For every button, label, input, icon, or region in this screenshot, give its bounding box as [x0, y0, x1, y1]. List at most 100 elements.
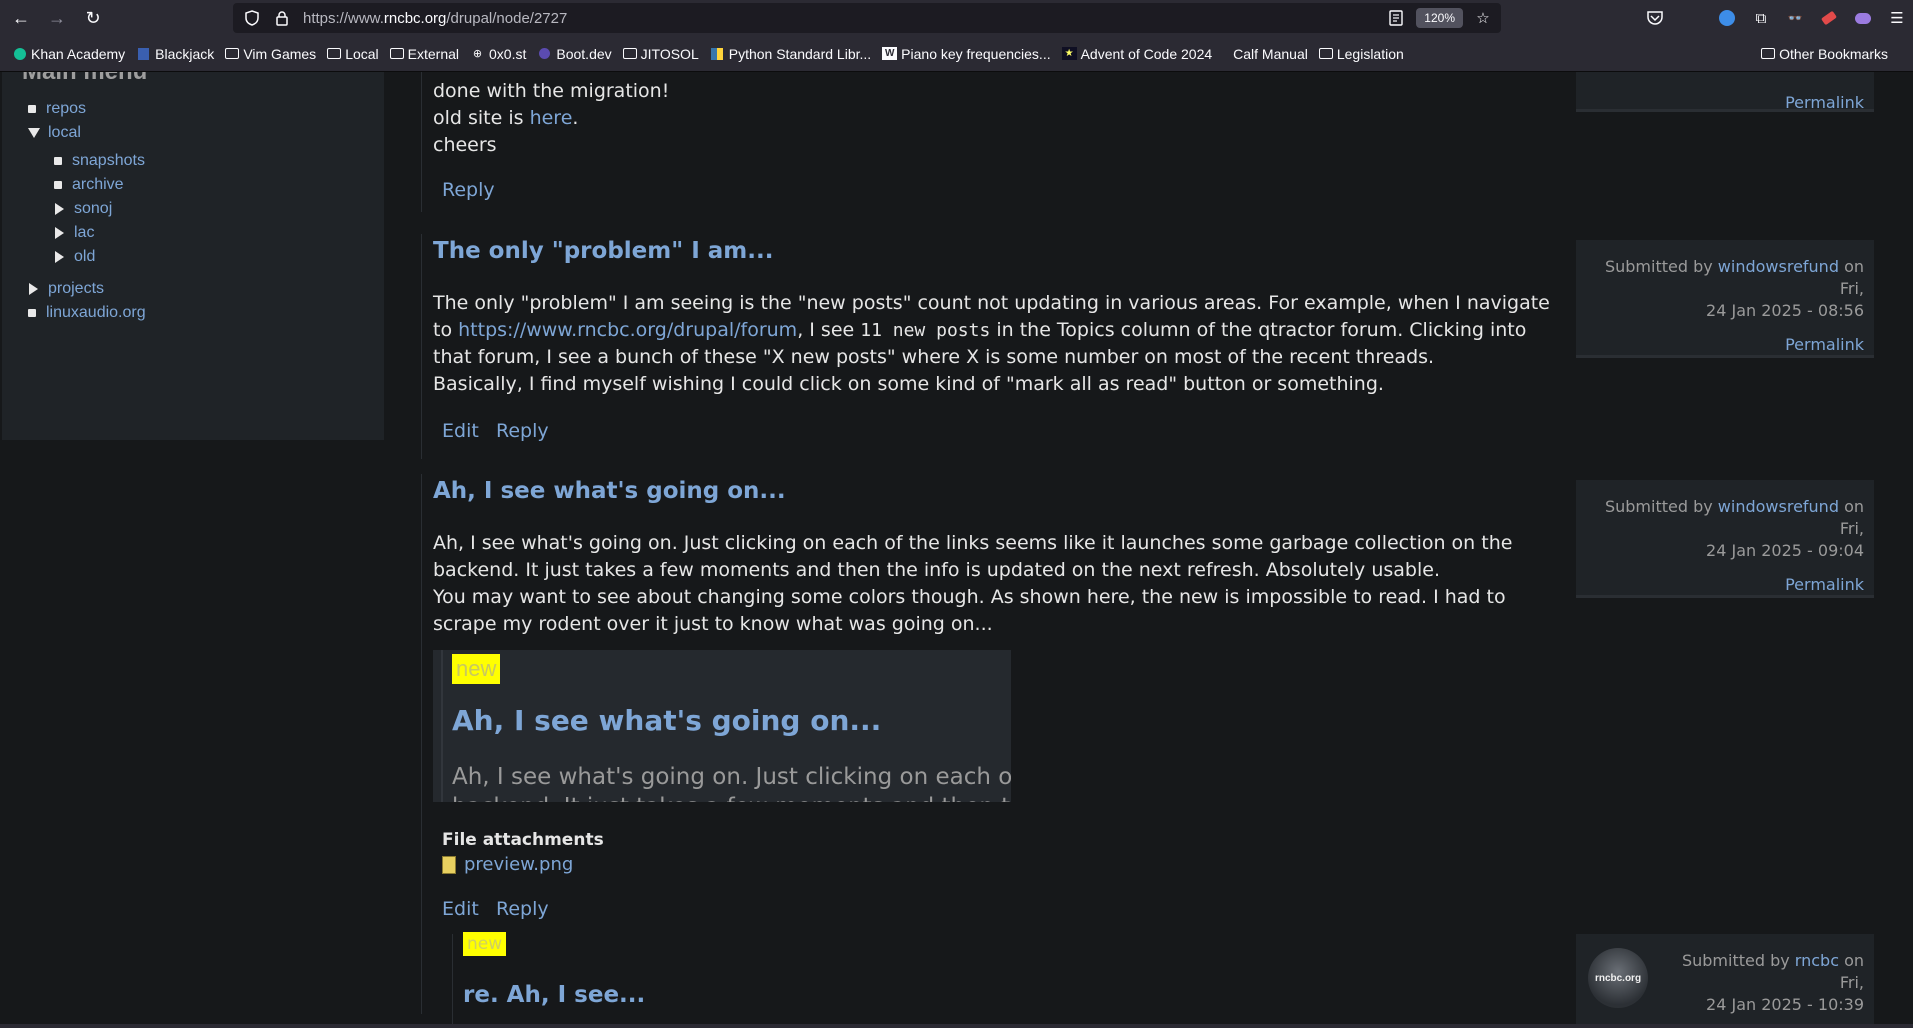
menu-item-sonoj[interactable]: sonoj — [55, 200, 112, 218]
reader-view-icon[interactable] — [1386, 8, 1406, 28]
bookmark-label: Khan Academy — [31, 45, 126, 62]
menu-label: archive — [72, 176, 124, 193]
menu-label: old — [74, 248, 96, 265]
meta-text: Submitted by — [1604, 257, 1718, 276]
menu-item-snapshots[interactable]: snapshots — [54, 152, 145, 170]
collapsed-triangle-icon[interactable] — [55, 251, 64, 263]
bookmark-label: 0x0.st — [489, 45, 527, 62]
comment-2-reply-link[interactable]: Reply — [496, 898, 549, 920]
bullet-icon — [28, 105, 36, 113]
pocket-icon[interactable] — [1645, 8, 1665, 28]
bookmark-vim-games[interactable]: Vim Games — [225, 46, 316, 62]
avatar[interactable]: rncbc.org — [1588, 948, 1648, 1008]
bookmark-label: Piano key frequencies... — [901, 45, 1051, 62]
bullet-icon — [54, 157, 62, 165]
comment-0-permalink[interactable]: Permalink — [1586, 92, 1864, 114]
bookmark-other[interactable]: Other Bookmarks — [1761, 46, 1888, 62]
bookmark-0x0[interactable]: ⊕ 0x0.st — [470, 46, 526, 62]
new-badge: new — [463, 932, 507, 956]
bookmark-label: Boot.dev — [556, 45, 612, 62]
reload-button[interactable]: ↻ — [78, 3, 108, 33]
bookmark-label: Legislation — [1336, 45, 1404, 62]
url-bar[interactable]: https://www.rncbc.org/drupal/node/2727 1… — [233, 3, 1501, 33]
globe-icon: ⊕ — [472, 48, 483, 60]
menu-item-repos[interactable]: repos — [28, 100, 86, 118]
extension-glasses-icon[interactable]: 👓 — [1785, 8, 1805, 28]
url-domain: rncbc.org — [383, 9, 447, 27]
bookmark-label: Calf Manual — [1233, 45, 1308, 62]
comment-1-reply-link[interactable]: Reply — [496, 420, 549, 442]
menu-label: repos — [46, 100, 87, 117]
thread-line — [421, 474, 422, 1014]
bookmark-label: Advent of Code 2024 — [1080, 45, 1213, 62]
comment-1-permalink[interactable]: Permalink — [1586, 334, 1864, 356]
avatar-label: rncbc.org — [1594, 972, 1642, 984]
submitted-line: Submitted by windowsrefund on Fri, — [1586, 496, 1864, 540]
bookmark-aoc[interactable]: ★ Advent of Code 2024 — [1061, 45, 1213, 62]
menu-item-projects[interactable]: projects — [29, 280, 104, 298]
menu-item-old[interactable]: old — [55, 248, 95, 266]
collapsed-triangle-icon[interactable] — [55, 227, 64, 239]
bookmark-local[interactable]: Local — [327, 46, 379, 62]
bookmark-bootdev[interactable]: Boot.dev — [537, 45, 612, 62]
shield-icon[interactable] — [241, 10, 263, 26]
bookmark-label: Python Standard Libr... — [728, 45, 872, 62]
expanded-triangle-icon[interactable] — [28, 128, 40, 138]
back-button[interactable]: ← — [6, 3, 36, 33]
menu-item-local[interactable]: local — [28, 124, 81, 142]
text-segment: , I see — [797, 319, 861, 341]
bookmark-calf[interactable]: Calf Manual — [1233, 46, 1308, 62]
lock-icon[interactable] — [271, 10, 293, 26]
hamburger-menu-icon[interactable]: ☰ — [1887, 8, 1907, 28]
url-text[interactable]: https://www.rncbc.org/drupal/node/2727 — [303, 10, 567, 27]
menu-label: local — [48, 124, 81, 141]
comment-1-title[interactable]: The only "problem" I am... — [433, 238, 774, 264]
bookmark-legislation[interactable]: Legislation — [1318, 45, 1404, 62]
forward-button[interactable]: → — [42, 3, 72, 33]
python-icon — [710, 47, 725, 60]
forum-link[interactable]: https://www.rncbc.org/drupal/forum — [458, 319, 797, 341]
extensions-puzzle-icon[interactable]: ⧉ — [1751, 8, 1771, 28]
collapsed-triangle-icon[interactable] — [29, 283, 38, 295]
comment-1-edit-link[interactable]: Edit — [442, 420, 479, 442]
preview-title: Ah, I see what's going on... — [452, 704, 882, 737]
url-prefix: https://www. — [303, 9, 384, 27]
menu-item-lac[interactable]: lac — [55, 224, 94, 242]
comment-2-edit-link[interactable]: Edit — [442, 898, 479, 920]
comment-2-title[interactable]: Ah, I see what's going on... — [433, 478, 786, 504]
bookmark-star-icon[interactable]: ☆ — [1473, 8, 1493, 28]
thread-line — [452, 934, 453, 1024]
bookmark-label: Other Bookmarks — [1779, 45, 1888, 62]
comment-1-body: The only "problem" I am seeing is the "n… — [433, 290, 1558, 398]
meta-text: on Fri, — [1838, 497, 1864, 538]
wikipedia-icon: W — [882, 47, 898, 60]
meta-text: on Fri, — [1838, 951, 1864, 992]
bookmark-jitosol[interactable]: JITOSOL — [622, 46, 699, 62]
comment-3-title[interactable]: re. Ah, I see... — [463, 982, 645, 1008]
extension-blue-icon[interactable] — [1717, 8, 1737, 28]
extension-red-icon[interactable] — [1819, 8, 1839, 28]
bookmark-khan-academy[interactable]: Khan Academy — [12, 46, 125, 62]
bookmark-piano[interactable]: W Piano key frequencies... — [882, 45, 1051, 62]
author-link[interactable]: windowsrefund — [1718, 257, 1839, 276]
aoc-icon: ★ — [1061, 47, 1077, 60]
menu-item-archive[interactable]: archive — [54, 176, 124, 194]
author-link[interactable]: rncbc — [1795, 951, 1839, 970]
comment-0-reply-link[interactable]: Reply — [442, 179, 495, 201]
bookmark-python[interactable]: Python Standard Libr... — [710, 46, 871, 62]
attachment-preview-png[interactable]: preview.png — [442, 854, 573, 875]
collapsed-triangle-icon[interactable] — [55, 203, 64, 215]
menu-item-linuxaudio[interactable]: linuxaudio.org — [28, 304, 146, 322]
zoom-level-button[interactable]: 120% — [1416, 8, 1463, 28]
bookmark-external[interactable]: External — [389, 46, 459, 62]
comment-2-permalink[interactable]: Permalink — [1586, 574, 1864, 596]
bullet-icon — [54, 181, 62, 189]
navigation-toolbar: ← → ↻ https://www.rncbc.org/drupal/node/… — [0, 0, 1913, 36]
khan-icon — [12, 47, 27, 60]
old-site-link[interactable]: here — [530, 107, 573, 129]
extension-purple-icon[interactable] — [1853, 8, 1873, 28]
menu-label: snapshots — [72, 152, 145, 169]
author-link[interactable]: windowsrefund — [1718, 497, 1839, 516]
window-bottom-edge — [0, 1024, 1913, 1028]
bookmark-blackjack[interactable]: Blackjack — [136, 46, 214, 62]
